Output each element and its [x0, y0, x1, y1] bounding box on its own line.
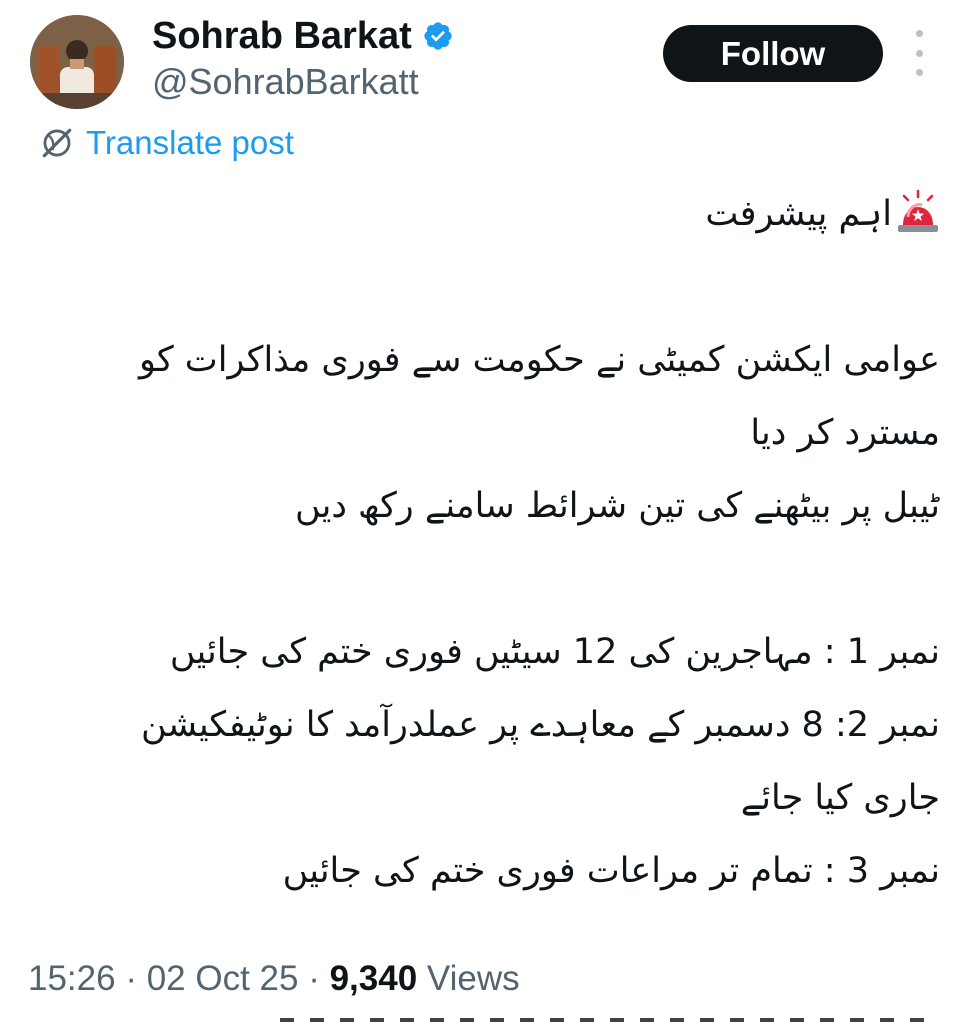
post-line: نمبر 1 : مہاجرین کی 12 سیٹیں فوری ختم کی…: [169, 632, 940, 672]
post-line: جاری کیا جائے: [740, 778, 940, 818]
post-time[interactable]: 15:26: [28, 959, 116, 998]
avatar-photo: [30, 15, 124, 109]
author-handle[interactable]: @SohrabBarkatt: [152, 60, 419, 104]
meta-separator: ·: [115, 959, 147, 998]
views-label: Views: [426, 959, 520, 998]
post-line: نمبر 3 : تمام تر مراعات فوری ختم کی جائی…: [282, 851, 940, 891]
post-line-headline: اہم پیشرفت: [40, 178, 940, 251]
post-line: [40, 543, 940, 616]
post-date[interactable]: 02 Oct 25: [147, 959, 299, 998]
post-meta: 15:26 · 02 Oct 25 · 9,340 Views: [28, 956, 520, 1002]
post-line: ٹیبل پر بیٹھنے کی تین شرائط سامنے رکھ دی…: [294, 486, 940, 526]
more-dot: [915, 49, 923, 57]
post-line: مسترد کر دیا: [750, 413, 940, 453]
more-dot: [915, 30, 923, 37]
views-count[interactable]: 9,340: [330, 959, 418, 998]
author-display-name[interactable]: Sohrab Barkat: [152, 12, 412, 60]
translate-post-label[interactable]: Translate post: [86, 120, 294, 166]
verified-badge-icon: [424, 22, 452, 50]
translate-post-link[interactable]: Translate post: [40, 120, 294, 166]
post-line: عوامی ایکشن کمیٹی نے حکومت سے فوری مذاکر…: [138, 340, 940, 380]
meta-separator: ·: [298, 959, 330, 998]
follow-button[interactable]: Follow: [663, 25, 883, 82]
translate-globe-icon: [42, 128, 72, 158]
police-light-emoji: [898, 189, 938, 232]
post-line-text: اہم پیشرفت: [705, 194, 892, 234]
more-options-icon[interactable]: [904, 30, 934, 76]
post-text: اہم پیشرفت عوامی ایکشن کمیٹی نے حکومت سے…: [40, 178, 940, 908]
avatar[interactable]: [30, 15, 124, 109]
post-line: [40, 251, 940, 324]
clipped-text-fragment: [280, 1012, 940, 1024]
author-name-row: Sohrab Barkat: [152, 12, 454, 60]
more-dot: [915, 69, 923, 76]
post-line: نمبر 2: 8 دسمبر کے معاہدے پر عملدرآمد کا…: [140, 705, 940, 745]
